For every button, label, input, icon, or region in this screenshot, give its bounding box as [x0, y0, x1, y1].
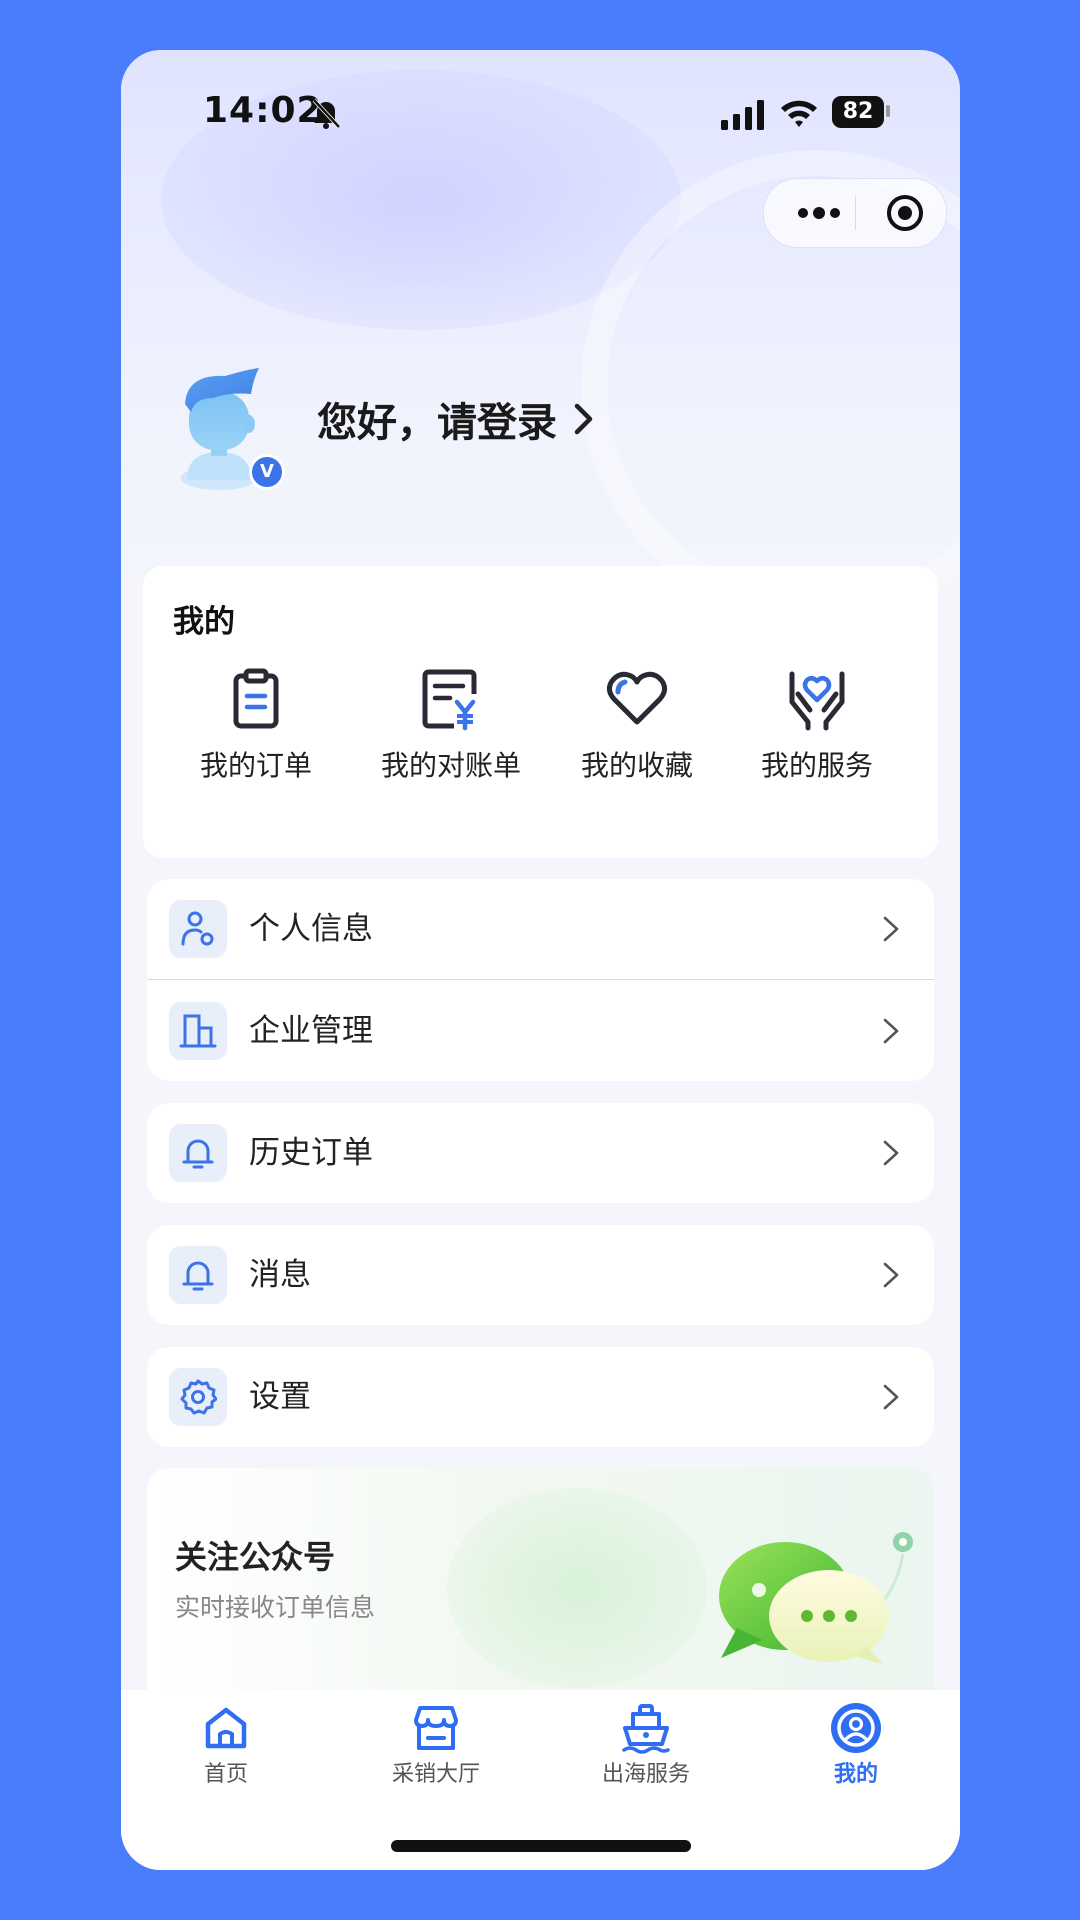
bell-icon	[182, 1261, 214, 1291]
my-services-button[interactable]: 我的服务	[727, 666, 907, 796]
chevron-right-icon	[883, 1140, 899, 1166]
building-icon	[179, 1014, 217, 1048]
chevron-right-icon	[883, 916, 899, 942]
battery-indicator: 82	[832, 96, 884, 128]
more-dots-icon	[798, 207, 840, 219]
menu-item-label: 企业管理	[249, 1013, 373, 1049]
enterprise-icon-box	[169, 1002, 227, 1060]
follow-subtitle: 实时接收订单信息	[175, 1593, 376, 1622]
menu-item-enterprise[interactable]: 企业管理	[147, 981, 934, 1081]
tab-procurement-hall[interactable]: 采销大厅	[356, 1690, 516, 1810]
follow-title: 关注公众号	[175, 1538, 336, 1576]
statement-yen-icon	[422, 669, 477, 731]
avatar[interactable]: V	[173, 368, 285, 490]
login-prompt[interactable]: 您好，请登录	[317, 390, 595, 448]
my-orders-button[interactable]: 我的订单	[166, 666, 346, 796]
home-icon	[205, 1707, 247, 1749]
menu-item-settings[interactable]: 设置	[147, 1347, 934, 1447]
wechat-icon	[719, 1532, 913, 1664]
chevron-right-icon	[574, 403, 593, 435]
menu-item-label: 设置	[249, 1379, 311, 1415]
tab-overseas-service[interactable]: 出海服务	[566, 1690, 726, 1810]
my-favorites-label: 我的收藏	[580, 749, 693, 782]
target-circle-icon	[887, 195, 923, 231]
menu-item-messages[interactable]: 消息	[147, 1225, 934, 1325]
menu-item-label: 消息	[249, 1257, 311, 1293]
tab-label: 出海服务	[601, 1762, 690, 1787]
my-section-card: 我的 我的订单 我的对账单 我的收藏 我的服务	[143, 566, 938, 858]
miniprogram-capsule	[763, 178, 947, 248]
phone-screen: 14:02 82 V 您好，请登录 我的 我的订单 我的对账单 我的收藏 我的服…	[121, 50, 960, 1870]
more-button[interactable]	[784, 179, 854, 247]
settings-icon-box	[169, 1368, 227, 1426]
my-services-label: 我的服务	[760, 749, 873, 782]
history-card: 历史订单	[147, 1103, 934, 1203]
wifi-icon	[781, 100, 817, 127]
my-favorites-button[interactable]: 我的收藏	[547, 666, 727, 796]
heart-icon	[606, 671, 668, 725]
verified-badge: V	[249, 454, 285, 490]
close-miniprogram-button[interactable]	[864, 179, 946, 247]
clipboard-icon	[233, 668, 279, 729]
capsule-divider	[855, 196, 856, 230]
tab-label: 我的	[833, 1762, 878, 1787]
settings-card: 设置	[147, 1347, 934, 1447]
cellular-signal-icon	[721, 100, 764, 130]
messages-icon-box	[169, 1246, 227, 1304]
tab-mine[interactable]: 我的	[776, 1690, 936, 1810]
row-divider	[147, 979, 934, 980]
person-gear-icon	[181, 911, 214, 946]
gear-icon	[180, 1379, 217, 1415]
chevron-right-icon	[883, 1018, 899, 1044]
my-statements-button[interactable]: 我的对账单	[351, 666, 551, 796]
status-bar: 14:02 82	[121, 50, 960, 160]
store-icon	[414, 1706, 458, 1750]
home-indicator	[391, 1840, 691, 1852]
hands-heart-icon	[789, 671, 845, 731]
chevron-right-icon	[883, 1384, 899, 1410]
chevron-right-icon	[883, 1262, 899, 1288]
bell-icon	[182, 1139, 214, 1169]
my-section-title: 我的	[173, 604, 235, 640]
ship-icon	[622, 1704, 670, 1754]
tab-label: 采销大厅	[391, 1762, 480, 1787]
personal-info-icon-box	[169, 900, 227, 958]
account-menu-card: 个人信息 企业管理	[147, 879, 934, 1081]
status-time: 14:02	[203, 90, 323, 131]
tab-home[interactable]: 首页	[146, 1690, 306, 1810]
my-orders-label: 我的订单	[199, 749, 312, 782]
bell-muted-icon	[312, 98, 341, 129]
menu-item-history-orders[interactable]: 历史订单	[147, 1103, 934, 1203]
follow-official-account-card[interactable]: 关注公众号 实时接收订单信息	[147, 1468, 934, 1708]
menu-item-label: 个人信息	[249, 911, 373, 947]
user-circle-icon	[831, 1703, 881, 1753]
greeting-text: 您好，请登录	[317, 400, 557, 446]
history-icon-box	[169, 1124, 227, 1182]
my-shortcuts-grid: 我的订单 我的对账单 我的收藏 我的服务	[143, 666, 938, 796]
menu-item-personal-info[interactable]: 个人信息	[147, 879, 934, 979]
battery-tip	[886, 105, 890, 117]
menu-item-label: 历史订单	[249, 1135, 373, 1171]
tab-label: 首页	[203, 1762, 248, 1787]
messages-card: 消息	[147, 1225, 934, 1325]
my-statements-label: 我的对账单	[380, 749, 521, 782]
